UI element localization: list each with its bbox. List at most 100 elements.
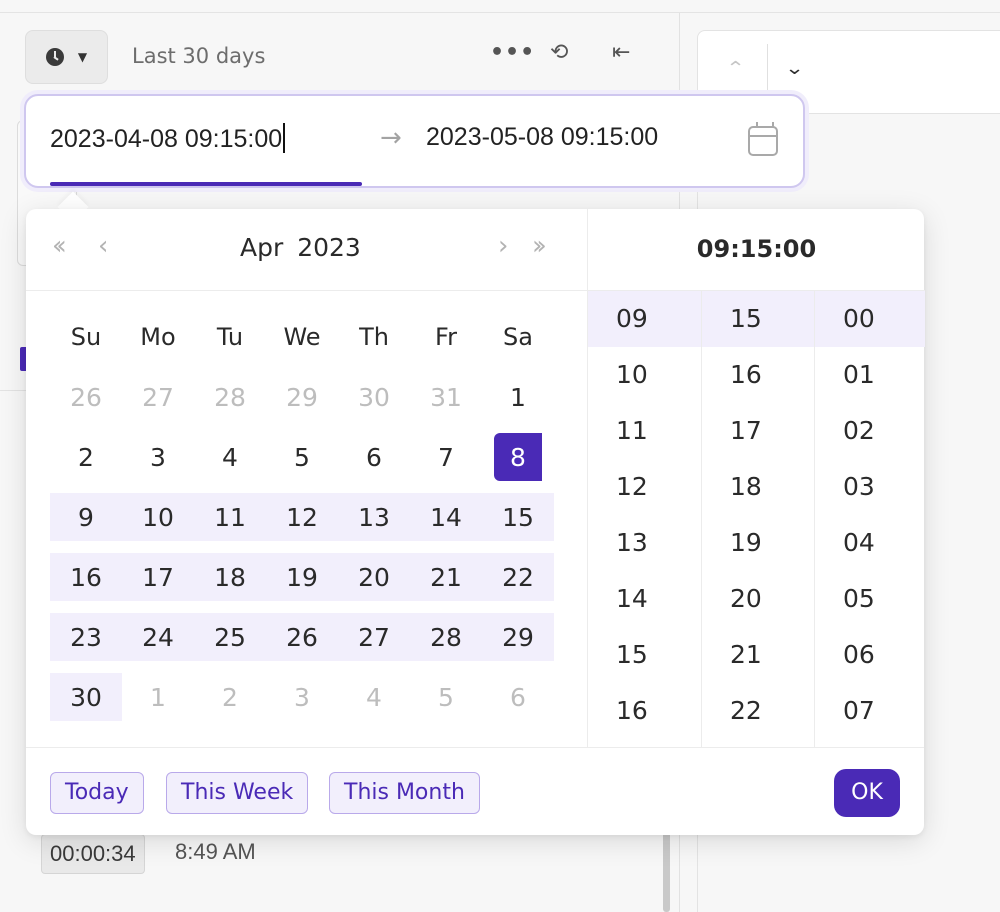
calendar-day[interactable]: 23 <box>50 613 122 661</box>
calendar-day[interactable]: 27 <box>122 373 194 421</box>
calendar-day[interactable]: 28 <box>410 613 482 661</box>
minute-option[interactable]: 22 <box>702 683 814 739</box>
event-time: 8:49 AM <box>175 839 256 864</box>
hour-option[interactable]: 13 <box>588 515 701 571</box>
week-row: 9 10 11 12 13 14 15 <box>50 487 554 547</box>
range-start-input[interactable]: 2023-04-08 09:15:00 <box>50 123 285 154</box>
calendar-day[interactable]: 16 <box>50 553 122 601</box>
hour-option[interactable]: 09 <box>588 291 701 347</box>
chevron-up-icon[interactable]: ⌃ <box>726 58 746 79</box>
calendar-day[interactable]: 24 <box>122 613 194 661</box>
weekday-row: Su Mo Tu We Th Fr Sa <box>50 307 554 367</box>
active-input-indicator <box>50 182 362 186</box>
month-year-title[interactable]: Apr 2023 <box>240 233 361 262</box>
hour-option[interactable]: 10 <box>588 347 701 403</box>
second-option[interactable]: 05 <box>815 571 925 627</box>
minute-option[interactable]: 16 <box>702 347 814 403</box>
calendar-day[interactable]: 4 <box>338 673 410 721</box>
range-end-input[interactable]: 2023-05-08 09:15:00 <box>426 123 658 152</box>
minute-option[interactable]: 19 <box>702 515 814 571</box>
minute-column[interactable]: 15 16 17 18 19 20 21 22 <box>701 291 814 747</box>
this-week-preset-button[interactable]: This Week <box>166 772 309 814</box>
calendar-day[interactable]: 15 <box>482 493 554 541</box>
calendar-day[interactable]: 21 <box>410 553 482 601</box>
calendar-day[interactable]: 26 <box>266 613 338 661</box>
collapse-left-icon[interactable]: ⇤ <box>612 40 630 65</box>
calendar-day[interactable]: 6 <box>482 673 554 721</box>
time-picker-button[interactable]: ▼ <box>25 30 108 84</box>
calendar-day[interactable]: 27 <box>338 613 410 661</box>
calendar-day[interactable]: 29 <box>482 613 554 661</box>
hour-option[interactable]: 14 <box>588 571 701 627</box>
minute-option[interactable]: 15 <box>702 291 814 347</box>
next-month-icon[interactable]: › <box>498 231 508 261</box>
this-month-preset-button[interactable]: This Month <box>329 772 480 814</box>
calendar-day[interactable]: 13 <box>338 493 410 541</box>
prev-month-icon[interactable]: ‹ <box>98 231 108 261</box>
minute-option[interactable]: 17 <box>702 403 814 459</box>
minute-option[interactable]: 20 <box>702 571 814 627</box>
second-option[interactable]: 02 <box>815 403 925 459</box>
calendar-day[interactable]: 12 <box>266 493 338 541</box>
selected-day-label: 8 <box>494 433 542 481</box>
calendar-day[interactable]: 31 <box>410 373 482 421</box>
calendar-day[interactable]: 30 <box>50 673 122 721</box>
calendar-day[interactable]: 9 <box>50 493 122 541</box>
calendar-day[interactable]: 2 <box>50 433 122 481</box>
prev-year-icon[interactable]: ‹‹ <box>52 231 67 261</box>
calendar-day[interactable]: 5 <box>266 433 338 481</box>
today-preset-button[interactable]: Today <box>50 772 144 814</box>
calendar-day[interactable]: 18 <box>194 553 266 601</box>
calendar-day[interactable]: 30 <box>338 373 410 421</box>
hour-option[interactable]: 15 <box>588 627 701 683</box>
hour-option[interactable]: 16 <box>588 683 701 739</box>
chevron-down-icon[interactable]: ⌄ <box>785 58 805 79</box>
second-option[interactable]: 01 <box>815 347 925 403</box>
calendar-day[interactable]: 17 <box>122 553 194 601</box>
weekday-label: Th <box>359 323 389 351</box>
date-range-input[interactable]: 2023-04-08 09:15:00 → 2023-05-08 09:15:0… <box>24 94 805 188</box>
weekday-label: Tu <box>216 323 244 351</box>
calendar-day[interactable]: 6 <box>338 433 410 481</box>
second-column[interactable]: 00 01 02 03 04 05 06 07 <box>814 291 925 747</box>
calendar-day[interactable]: 19 <box>266 553 338 601</box>
calendar-day[interactable]: 3 <box>122 433 194 481</box>
more-horizontal-icon[interactable]: ••• <box>490 40 535 65</box>
scrollbar-thumb[interactable] <box>663 830 670 912</box>
second-option[interactable]: 00 <box>815 291 925 347</box>
minute-option[interactable]: 21 <box>702 627 814 683</box>
hour-column[interactable]: 09 10 11 12 13 14 15 16 <box>588 291 701 747</box>
sync-icon[interactable]: ⟲ <box>550 40 568 65</box>
calendar-day[interactable]: 1 <box>122 673 194 721</box>
second-option[interactable]: 04 <box>815 515 925 571</box>
calendar-day[interactable]: 10 <box>122 493 194 541</box>
calendar-icon[interactable] <box>748 122 778 156</box>
calendar-day[interactable]: 25 <box>194 613 266 661</box>
calendar-day[interactable]: 3 <box>266 673 338 721</box>
calendar-day[interactable]: 22 <box>482 553 554 601</box>
calendar-day[interactable]: 11 <box>194 493 266 541</box>
calendar-day[interactable]: 1 <box>482 373 554 421</box>
calendar-day[interactable]: 7 <box>410 433 482 481</box>
calendar-day[interactable]: 4 <box>194 433 266 481</box>
second-option[interactable]: 06 <box>815 627 925 683</box>
ok-button[interactable]: OK <box>834 769 900 817</box>
hour-option[interactable]: 11 <box>588 403 701 459</box>
range-separator-icon: → <box>380 123 402 153</box>
calendar-day[interactable]: 26 <box>50 373 122 421</box>
calendar-day[interactable]: 29 <box>266 373 338 421</box>
week-row: 23 24 25 26 27 28 29 <box>50 607 554 667</box>
hour-option[interactable]: 12 <box>588 459 701 515</box>
calendar-day[interactable]: 2 <box>194 673 266 721</box>
week-row: 2 3 4 5 6 7 8 <box>50 427 554 487</box>
next-year-icon[interactable]: ›› <box>532 231 547 261</box>
weekday-label: We <box>283 323 321 351</box>
minute-option[interactable]: 18 <box>702 459 814 515</box>
calendar-day[interactable]: 20 <box>338 553 410 601</box>
calendar-day[interactable]: 5 <box>410 673 482 721</box>
calendar-day[interactable]: 14 <box>410 493 482 541</box>
second-option[interactable]: 07 <box>815 683 925 739</box>
calendar-day-selected[interactable]: 8 <box>482 433 554 481</box>
second-option[interactable]: 03 <box>815 459 925 515</box>
calendar-day[interactable]: 28 <box>194 373 266 421</box>
